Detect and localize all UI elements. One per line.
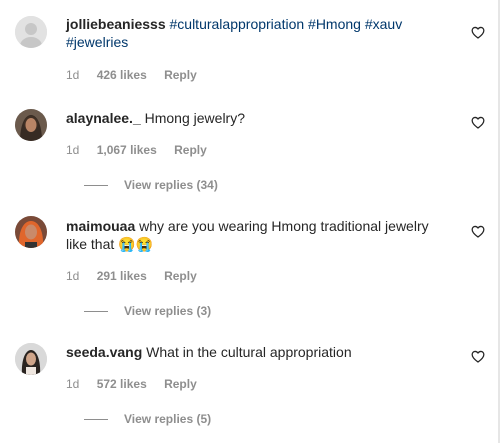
view-replies-button[interactable]: View replies (34) [84, 178, 218, 192]
comment-text: Hmong jewelry? [144, 110, 245, 126]
comment-username[interactable]: maimouaa [66, 218, 135, 234]
comment-meta: 1d 572 likes Reply [66, 377, 211, 391]
comment-meta: 1d 426 likes Reply [66, 68, 211, 82]
comment-hashtags[interactable]: #jewelries [66, 34, 128, 50]
comment-likes[interactable]: 426 likes [97, 68, 147, 82]
reply-button[interactable]: Reply [164, 377, 197, 391]
reply-button[interactable]: Reply [164, 68, 197, 82]
comment-username[interactable]: jolliebeaniesss [66, 16, 166, 32]
comment-meta: 1d 291 likes Reply [66, 269, 211, 283]
heart-outline-icon[interactable] [471, 26, 485, 39]
default-avatar-icon[interactable] [15, 16, 47, 48]
comment-time[interactable]: 1d [66, 68, 79, 82]
replies-divider [84, 311, 108, 313]
comment-body: seeda.vang What in the cultural appropri… [66, 343, 456, 361]
comment-body: alaynalee._ Hmong jewelry? [66, 109, 456, 127]
comment-likes[interactable]: 572 likes [97, 377, 147, 391]
crying-emoji: 😭😭 [118, 236, 154, 252]
comment-time[interactable]: 1d [66, 269, 79, 283]
view-replies-label: View replies (34) [124, 178, 218, 192]
comment-username[interactable]: seeda.vang [66, 344, 142, 360]
comments-panel: jolliebeaniesss #culturalappropriation #… [0, 0, 500, 443]
heart-outline-icon[interactable] [471, 350, 485, 363]
reply-button[interactable]: Reply [174, 143, 207, 157]
view-replies-label: View replies (3) [124, 304, 212, 318]
view-replies-label: View replies (5) [124, 412, 212, 426]
profile-photo[interactable] [15, 109, 47, 141]
comment-likes[interactable]: 291 likes [97, 269, 147, 283]
profile-photo[interactable] [15, 343, 47, 375]
reply-button[interactable]: Reply [164, 269, 197, 283]
view-replies-button[interactable]: View replies (5) [84, 412, 211, 426]
comment-hashtags[interactable]: #culturalappropriation #Hmong #xauv [170, 16, 403, 32]
comment-text: What in the cultural appropriation [146, 344, 352, 360]
heart-outline-icon[interactable] [471, 116, 485, 129]
comment-username[interactable]: alaynalee._ [66, 110, 141, 126]
comment-time[interactable]: 1d [66, 143, 79, 157]
comment-text: like that [66, 236, 115, 252]
profile-photo[interactable] [15, 216, 47, 248]
heart-outline-icon[interactable] [471, 225, 485, 238]
replies-divider [84, 185, 108, 187]
comment-meta: 1d 1,067 likes Reply [66, 143, 221, 157]
comment-body: maimouaa why are you wearing Hmong tradi… [66, 217, 456, 253]
view-replies-button[interactable]: View replies (3) [84, 304, 211, 318]
comment-likes[interactable]: 1,067 likes [97, 143, 157, 157]
comment-time[interactable]: 1d [66, 377, 79, 391]
comment-body: jolliebeaniesss #culturalappropriation #… [66, 15, 456, 51]
comment-text: why are you wearing Hmong traditional je… [139, 218, 429, 234]
replies-divider [84, 419, 108, 421]
